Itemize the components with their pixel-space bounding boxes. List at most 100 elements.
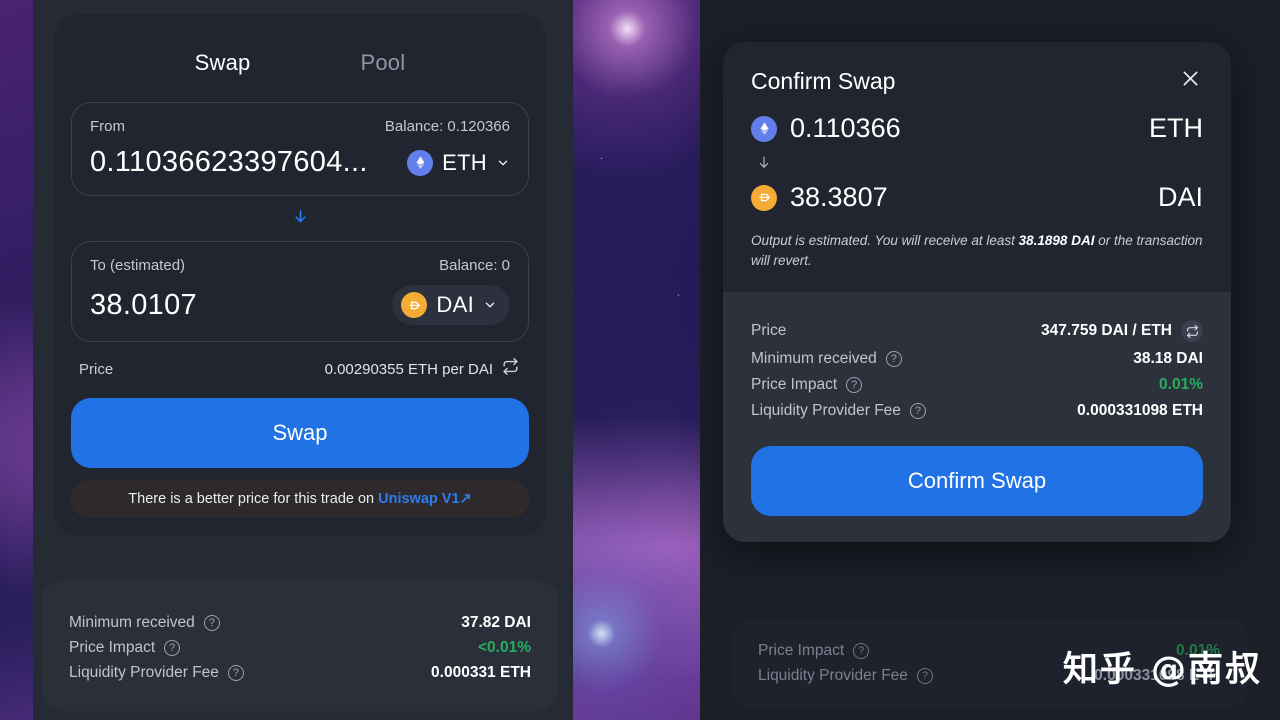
swap-direction-arrow-wrap — [71, 196, 529, 241]
modal-header: Confirm Swap — [751, 68, 1203, 95]
chevron-down-icon — [483, 298, 497, 312]
price-value: 0.00290355 ETH per DAI — [324, 360, 493, 378]
to-field-row: 38.0107 DAI — [90, 285, 510, 325]
detail-value: 347.759 DAI / ETH — [1041, 322, 1172, 340]
detail-value: 37.82 DAI — [461, 613, 531, 631]
help-icon[interactable]: ? — [909, 403, 926, 420]
arrow-down-icon[interactable] — [292, 208, 309, 230]
arrow-down-icon — [756, 154, 1203, 176]
detail-label: Minimum received — [69, 613, 195, 631]
modal-bottom-section: Price 347.759 DAI / ETH Minimum received… — [723, 292, 1231, 543]
modal-from-symbol: ETH — [1149, 113, 1203, 143]
better-price-text: There is a better price for this trade o… — [128, 491, 379, 507]
help-icon[interactable]: ? — [227, 664, 244, 681]
to-label: To (estimated) — [90, 257, 186, 274]
swap-direction-icon[interactable] — [1181, 320, 1203, 343]
from-label: From — [90, 118, 125, 135]
dai-icon — [751, 184, 777, 211]
detail-label-group: Liquidity Provider Fee ? — [69, 664, 244, 682]
modal-title: Confirm Swap — [751, 68, 896, 94]
detail-label-group: Minimum received ? — [69, 614, 220, 632]
detail-row-liquidity-provider-fee: Liquidity Provider Fee ? 0.000331 ETH — [69, 660, 531, 685]
to-balance: Balance: 0 — [439, 257, 510, 274]
modal-detail-row-price-impact: Price Impact ? 0.01% — [751, 372, 1203, 398]
screen: Minimum received ? 37.82 DAI Price Impac… — [0, 0, 1280, 720]
detail-label: Price Impact — [758, 641, 845, 659]
detail-label: Liquidity Provider Fee — [758, 666, 908, 684]
watermark: 知乎 @南叔 — [1062, 650, 1262, 690]
modal-from-left: 0.110366 — [751, 113, 901, 144]
ethereum-icon — [751, 115, 777, 142]
detail-row-price-impact: Price Impact ? <0.01% — [69, 635, 531, 660]
help-icon[interactable]: ? — [885, 351, 902, 368]
modal-detail-row-minimum-received: Minimum received ? 38.18 DAI — [751, 346, 1203, 372]
detail-label: Price Impact — [69, 638, 156, 656]
detail-value: 38.18 DAI — [1133, 350, 1203, 368]
detail-label: Minimum received — [751, 350, 877, 368]
help-icon[interactable]: ? — [164, 639, 181, 656]
detail-label-group: Price Impact ? — [758, 641, 870, 660]
price-label: Price — [79, 360, 114, 378]
detail-label-group: Liquidity Provider Fee ? — [751, 402, 926, 420]
help-icon[interactable]: ? — [916, 667, 933, 684]
help-icon[interactable]: ? — [203, 614, 220, 631]
to-token-selector[interactable]: DAI — [392, 285, 510, 325]
from-field: From Balance: 0.120366 0.11036623397604.… — [71, 102, 529, 196]
swap-direction-icon[interactable] — [502, 358, 519, 380]
modal-from-line: 0.110366 ETH — [751, 113, 1203, 144]
detail-value: 0.01% — [1159, 376, 1203, 394]
to-field-header: To (estimated) Balance: 0 — [90, 257, 510, 274]
detail-label: Price — [751, 322, 787, 340]
modal-top-section: Confirm Swap 0.110366 ETH 38.3807 DAI Ou… — [723, 42, 1231, 293]
detail-label: Liquidity Provider Fee — [751, 402, 901, 420]
from-token-symbol: ETH — [442, 149, 487, 175]
detail-label-group: Price Impact ? — [751, 376, 863, 394]
better-price-banner: There is a better price for this trade o… — [71, 480, 529, 518]
close-icon[interactable] — [1178, 68, 1203, 94]
swap-card: Swap Pool From Balance: 0.120366 0.11036… — [54, 14, 546, 536]
from-field-header: From Balance: 0.120366 — [90, 118, 510, 135]
swap-button[interactable]: Swap — [71, 398, 529, 468]
tab-bar: Swap Pool — [71, 36, 529, 102]
detail-label-group: Price Impact ? — [69, 638, 181, 657]
note-prefix: Output is estimated. You will receive at… — [751, 233, 1019, 248]
help-icon[interactable]: ? — [846, 377, 863, 394]
modal-estimate-note: Output is estimated. You will receive at… — [751, 231, 1203, 270]
confirm-swap-button[interactable]: Confirm Swap — [751, 446, 1203, 517]
detail-label-group: Price — [751, 322, 786, 340]
to-token-symbol: DAI — [436, 292, 474, 317]
detail-label-group: Liquidity Provider Fee ? — [758, 667, 933, 685]
help-icon[interactable]: ? — [853, 642, 870, 659]
from-balance[interactable]: Balance: 0.120366 — [385, 118, 510, 135]
detail-value: 0.000331098 ETH — [1077, 402, 1203, 420]
detail-value-group: 347.759 DAI / ETH — [1041, 320, 1203, 343]
price-row: Price 0.00290355 ETH per DAI — [71, 342, 529, 398]
external-link-icon[interactable]: ↗ — [460, 491, 472, 507]
dai-icon — [401, 292, 428, 318]
price-right-group: 0.00290355 ETH per DAI — [325, 358, 519, 380]
modal-to-line: 38.3807 DAI — [751, 182, 1203, 213]
from-token-selector[interactable]: ETH — [407, 149, 510, 176]
detail-value: <0.01% — [477, 638, 531, 656]
tab-swap[interactable]: Swap — [195, 50, 251, 76]
detail-row-minimum-received: Minimum received ? 37.82 DAI — [69, 610, 531, 635]
modal-to-left: 38.3807 — [751, 182, 888, 213]
chevron-down-icon — [496, 156, 510, 170]
detail-label-group: Minimum received ? — [751, 350, 902, 368]
to-amount-input[interactable]: 38.0107 — [90, 289, 197, 322]
to-field: To (estimated) Balance: 0 38.0107 DAI — [71, 241, 529, 342]
left-app-panel: Minimum received ? 37.82 DAI Price Impac… — [33, 0, 573, 720]
from-field-row: 0.11036623397604... ETH — [90, 146, 510, 179]
modal-to-amount: 38.3807 — [790, 182, 888, 212]
modal-from-amount: 0.110366 — [790, 113, 901, 143]
modal-to-symbol: DAI — [1157, 182, 1203, 212]
confirm-swap-modal: Confirm Swap 0.110366 ETH 38.3807 DAI Ou… — [723, 42, 1231, 543]
detail-label: Liquidity Provider Fee — [69, 663, 219, 681]
tab-pool[interactable]: Pool — [361, 50, 406, 76]
uniswap-v1-link[interactable]: Uniswap V1 — [378, 491, 459, 507]
left-details-panel: Minimum received ? 37.82 DAI Price Impac… — [41, 580, 559, 711]
modal-detail-row-liquidity-provider-fee: Liquidity Provider Fee ? 0.000331098 ETH — [751, 398, 1203, 424]
detail-label: Price Impact — [751, 376, 838, 394]
from-amount-input[interactable]: 0.11036623397604... — [90, 146, 368, 179]
detail-value: 0.000331 ETH — [431, 663, 531, 681]
